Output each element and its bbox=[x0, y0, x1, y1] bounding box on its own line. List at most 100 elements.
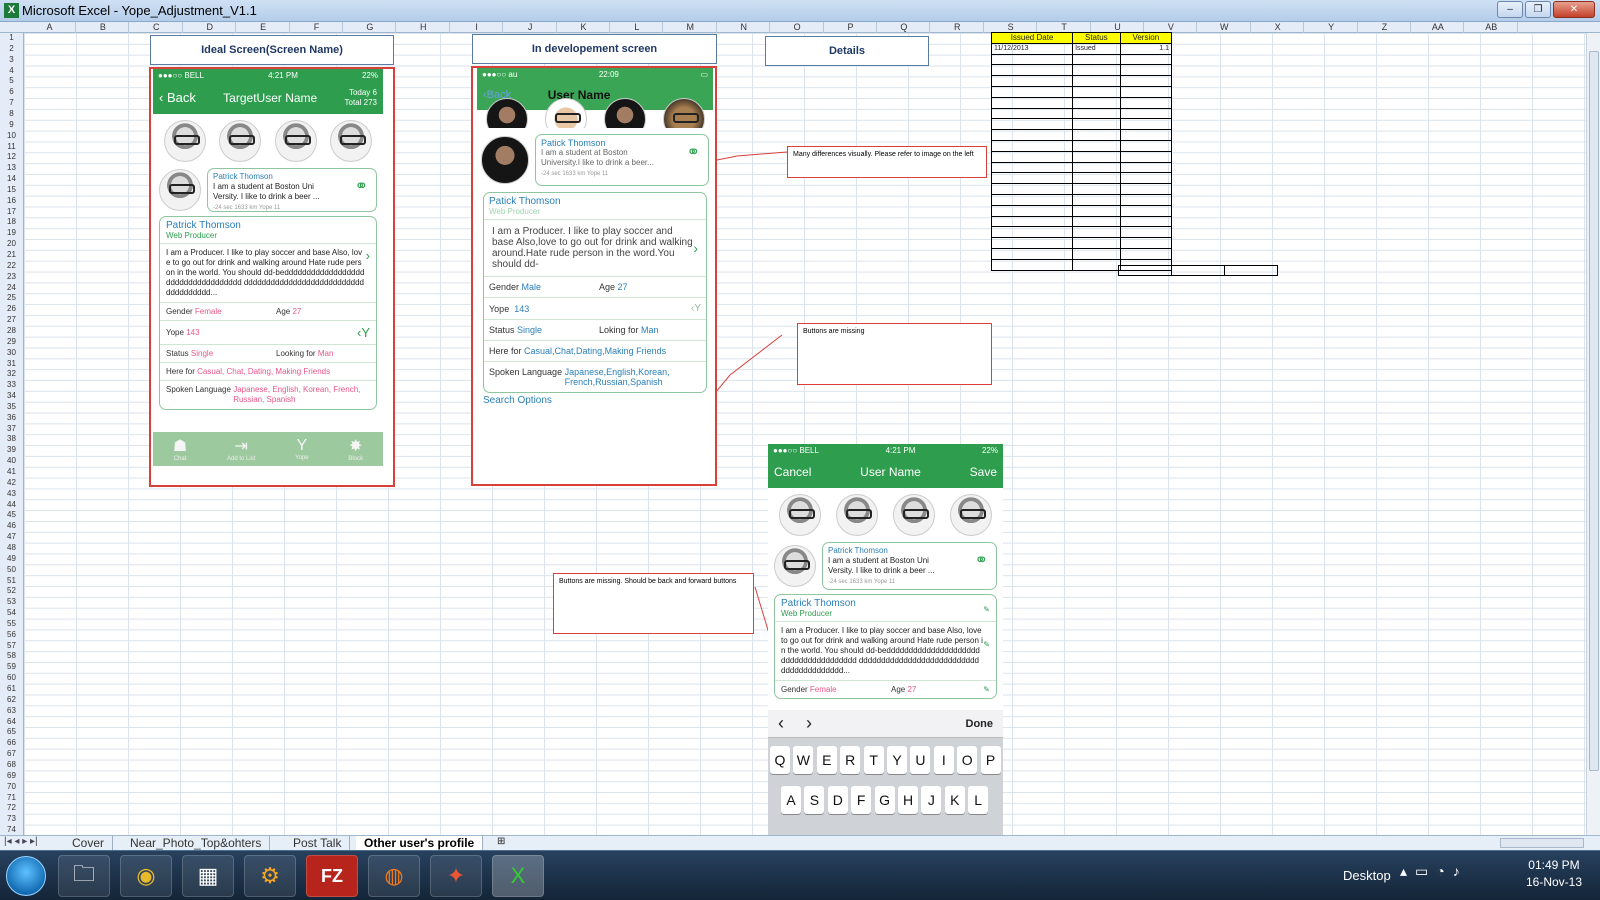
key-p[interactable]: P bbox=[980, 746, 1001, 774]
post-bubble[interactable]: Patrick Thomson I am a student at Boston… bbox=[822, 542, 997, 590]
gender-label: Gender bbox=[489, 282, 520, 292]
save-button[interactable]: Save bbox=[970, 465, 997, 479]
age-label: Age bbox=[891, 685, 906, 694]
avatar[interactable] bbox=[330, 120, 373, 162]
key-y[interactable]: Y bbox=[887, 746, 907, 774]
key-s[interactable]: S bbox=[804, 786, 825, 814]
search-options-link[interactable]: Search Options bbox=[477, 393, 713, 408]
key-j[interactable]: J bbox=[921, 786, 942, 814]
key-i[interactable]: I bbox=[933, 746, 954, 774]
gender-value: Male bbox=[521, 282, 542, 292]
bio-row[interactable]: I am a Producer. I like to play soccer a… bbox=[160, 243, 376, 302]
yope-icon[interactable]: ‹Y bbox=[691, 303, 701, 314]
here-for-label: Here for bbox=[489, 346, 522, 356]
key-d[interactable]: D bbox=[827, 786, 848, 814]
avatar[interactable] bbox=[836, 494, 879, 536]
chevron-right-icon[interactable]: › bbox=[693, 240, 698, 256]
pencil-icon[interactable]: ✎ bbox=[983, 685, 990, 694]
avatar[interactable] bbox=[219, 120, 262, 162]
bio-text: I am a Producer. I like to play soccer a… bbox=[781, 626, 983, 675]
key-g[interactable]: G bbox=[874, 786, 895, 814]
tray-icons[interactable]: ▴▭◔♪ bbox=[1400, 863, 1468, 880]
gender-label: Gender bbox=[781, 685, 808, 694]
avatar[interactable] bbox=[481, 136, 529, 184]
post-bubble[interactable]: Patick Thomson I am a student at Boston … bbox=[535, 134, 709, 186]
bubble-text: I am a student at Boston University.I li… bbox=[541, 148, 654, 167]
key-q[interactable]: Q bbox=[770, 746, 790, 774]
bio-row[interactable]: I am a Producer. I like to play soccer a… bbox=[775, 621, 996, 680]
apps-icon[interactable]: ▦ bbox=[182, 855, 234, 897]
bio-row[interactable]: I am a Producer. I like to play soccer a… bbox=[484, 219, 706, 276]
new-sheet-icon[interactable]: ⊞ bbox=[497, 836, 505, 847]
excel-taskbar-icon[interactable]: X bbox=[492, 855, 544, 897]
key-k[interactable]: K bbox=[944, 786, 965, 814]
avatar[interactable] bbox=[159, 169, 201, 211]
start-button[interactable] bbox=[6, 856, 46, 896]
key-l[interactable]: L bbox=[968, 786, 989, 814]
key-t[interactable]: T bbox=[863, 746, 884, 774]
cancel-button[interactable]: Cancel bbox=[774, 465, 811, 479]
next-field-button[interactable]: › bbox=[806, 713, 812, 734]
chat-button[interactable]: ☗ Chat bbox=[173, 436, 187, 462]
key-r[interactable]: R bbox=[840, 746, 861, 774]
avatar[interactable] bbox=[274, 120, 317, 162]
prev-field-button[interactable]: ‹ bbox=[778, 713, 784, 734]
avatar[interactable] bbox=[949, 494, 992, 536]
bubble-meta: -24 sec 1633 km Yope 11 bbox=[541, 171, 609, 177]
profile-card: Patick Thomson Web Producer I am a Produ… bbox=[483, 192, 707, 393]
pencil-icon[interactable]: ✎ bbox=[983, 640, 990, 649]
post-bubble[interactable]: Patrick Thomson I am a student at Boston… bbox=[207, 168, 377, 212]
block-button[interactable]: ✸ Block bbox=[348, 436, 363, 462]
link-icon[interactable]: ⚭ bbox=[355, 179, 368, 195]
link-icon[interactable]: ⚭ bbox=[975, 553, 988, 569]
settings-icon[interactable]: ⚙ bbox=[244, 855, 296, 897]
looking-value: Man bbox=[317, 349, 334, 358]
tab-near-photo[interactable]: Near_Photo_Top&ohters bbox=[122, 836, 271, 851]
language-row: Spoken Language Japanese,English,Korean,… bbox=[484, 361, 706, 392]
tab-other-users-profile[interactable]: Other user's profile bbox=[356, 836, 484, 851]
clock[interactable]: 01:49 PM 16-Nov-13 bbox=[1526, 857, 1582, 891]
done-button[interactable]: Done bbox=[966, 718, 994, 730]
key-f[interactable]: F bbox=[851, 786, 872, 814]
counts: Today 6 Total 273 bbox=[345, 88, 377, 108]
avatar[interactable] bbox=[892, 494, 935, 536]
tab-cover[interactable]: Cover bbox=[64, 836, 114, 851]
key-e[interactable]: E bbox=[816, 746, 837, 774]
paint-icon[interactable]: ✦ bbox=[430, 855, 482, 897]
key-w[interactable]: W bbox=[793, 746, 814, 774]
add-to-list-button[interactable]: ⇥ Add to List bbox=[227, 436, 255, 462]
language-value: Japanese, English, Korean, French, Russi… bbox=[233, 385, 361, 404]
today-count: Today 6 bbox=[348, 87, 377, 97]
key-u[interactable]: U bbox=[910, 746, 931, 774]
gender-label: Gender bbox=[166, 307, 193, 316]
avatar[interactable] bbox=[774, 545, 816, 587]
profile-role: Web Producer bbox=[166, 231, 217, 240]
yope-icon[interactable]: ‹Y bbox=[357, 325, 370, 340]
key-a[interactable]: A bbox=[781, 786, 801, 814]
explorer-icon[interactable]: 🗀 bbox=[58, 855, 110, 897]
page-title: TargetUser Name bbox=[223, 90, 318, 105]
filezilla-icon[interactable]: FZ bbox=[306, 855, 358, 897]
back-label: Back bbox=[166, 90, 196, 105]
avatar[interactable] bbox=[662, 98, 705, 128]
avatar[interactable] bbox=[163, 120, 206, 162]
avatar[interactable] bbox=[603, 98, 646, 128]
key-o[interactable]: O bbox=[957, 746, 978, 774]
desktop-toolbar-label[interactable]: Desktop bbox=[1343, 868, 1391, 883]
yope-icon: Y bbox=[296, 437, 308, 454]
horizontal-scrollbar[interactable] bbox=[1500, 838, 1584, 848]
tab-post-talk[interactable]: Post Talk bbox=[285, 836, 351, 851]
avatar[interactable] bbox=[779, 494, 822, 536]
firefox-icon[interactable]: ◍ bbox=[368, 855, 420, 897]
pencil-icon[interactable]: ✎ bbox=[983, 605, 990, 614]
avatar[interactable] bbox=[485, 98, 528, 128]
avatar[interactable] bbox=[544, 98, 587, 128]
chevron-right-icon[interactable]: › bbox=[366, 248, 370, 263]
profile-name: Patrick Thomson bbox=[166, 220, 241, 231]
back-button[interactable]: ‹ Back bbox=[159, 90, 196, 105]
key-h[interactable]: H bbox=[898, 786, 918, 814]
tab-scroll-arrows[interactable]: |◂ ◂ ▸ ▸| bbox=[4, 836, 38, 847]
link-icon[interactable]: ⚭ bbox=[687, 145, 700, 161]
chrome-icon[interactable]: ◉ bbox=[120, 855, 172, 897]
yope-button[interactable]: Y Yope bbox=[295, 437, 308, 461]
